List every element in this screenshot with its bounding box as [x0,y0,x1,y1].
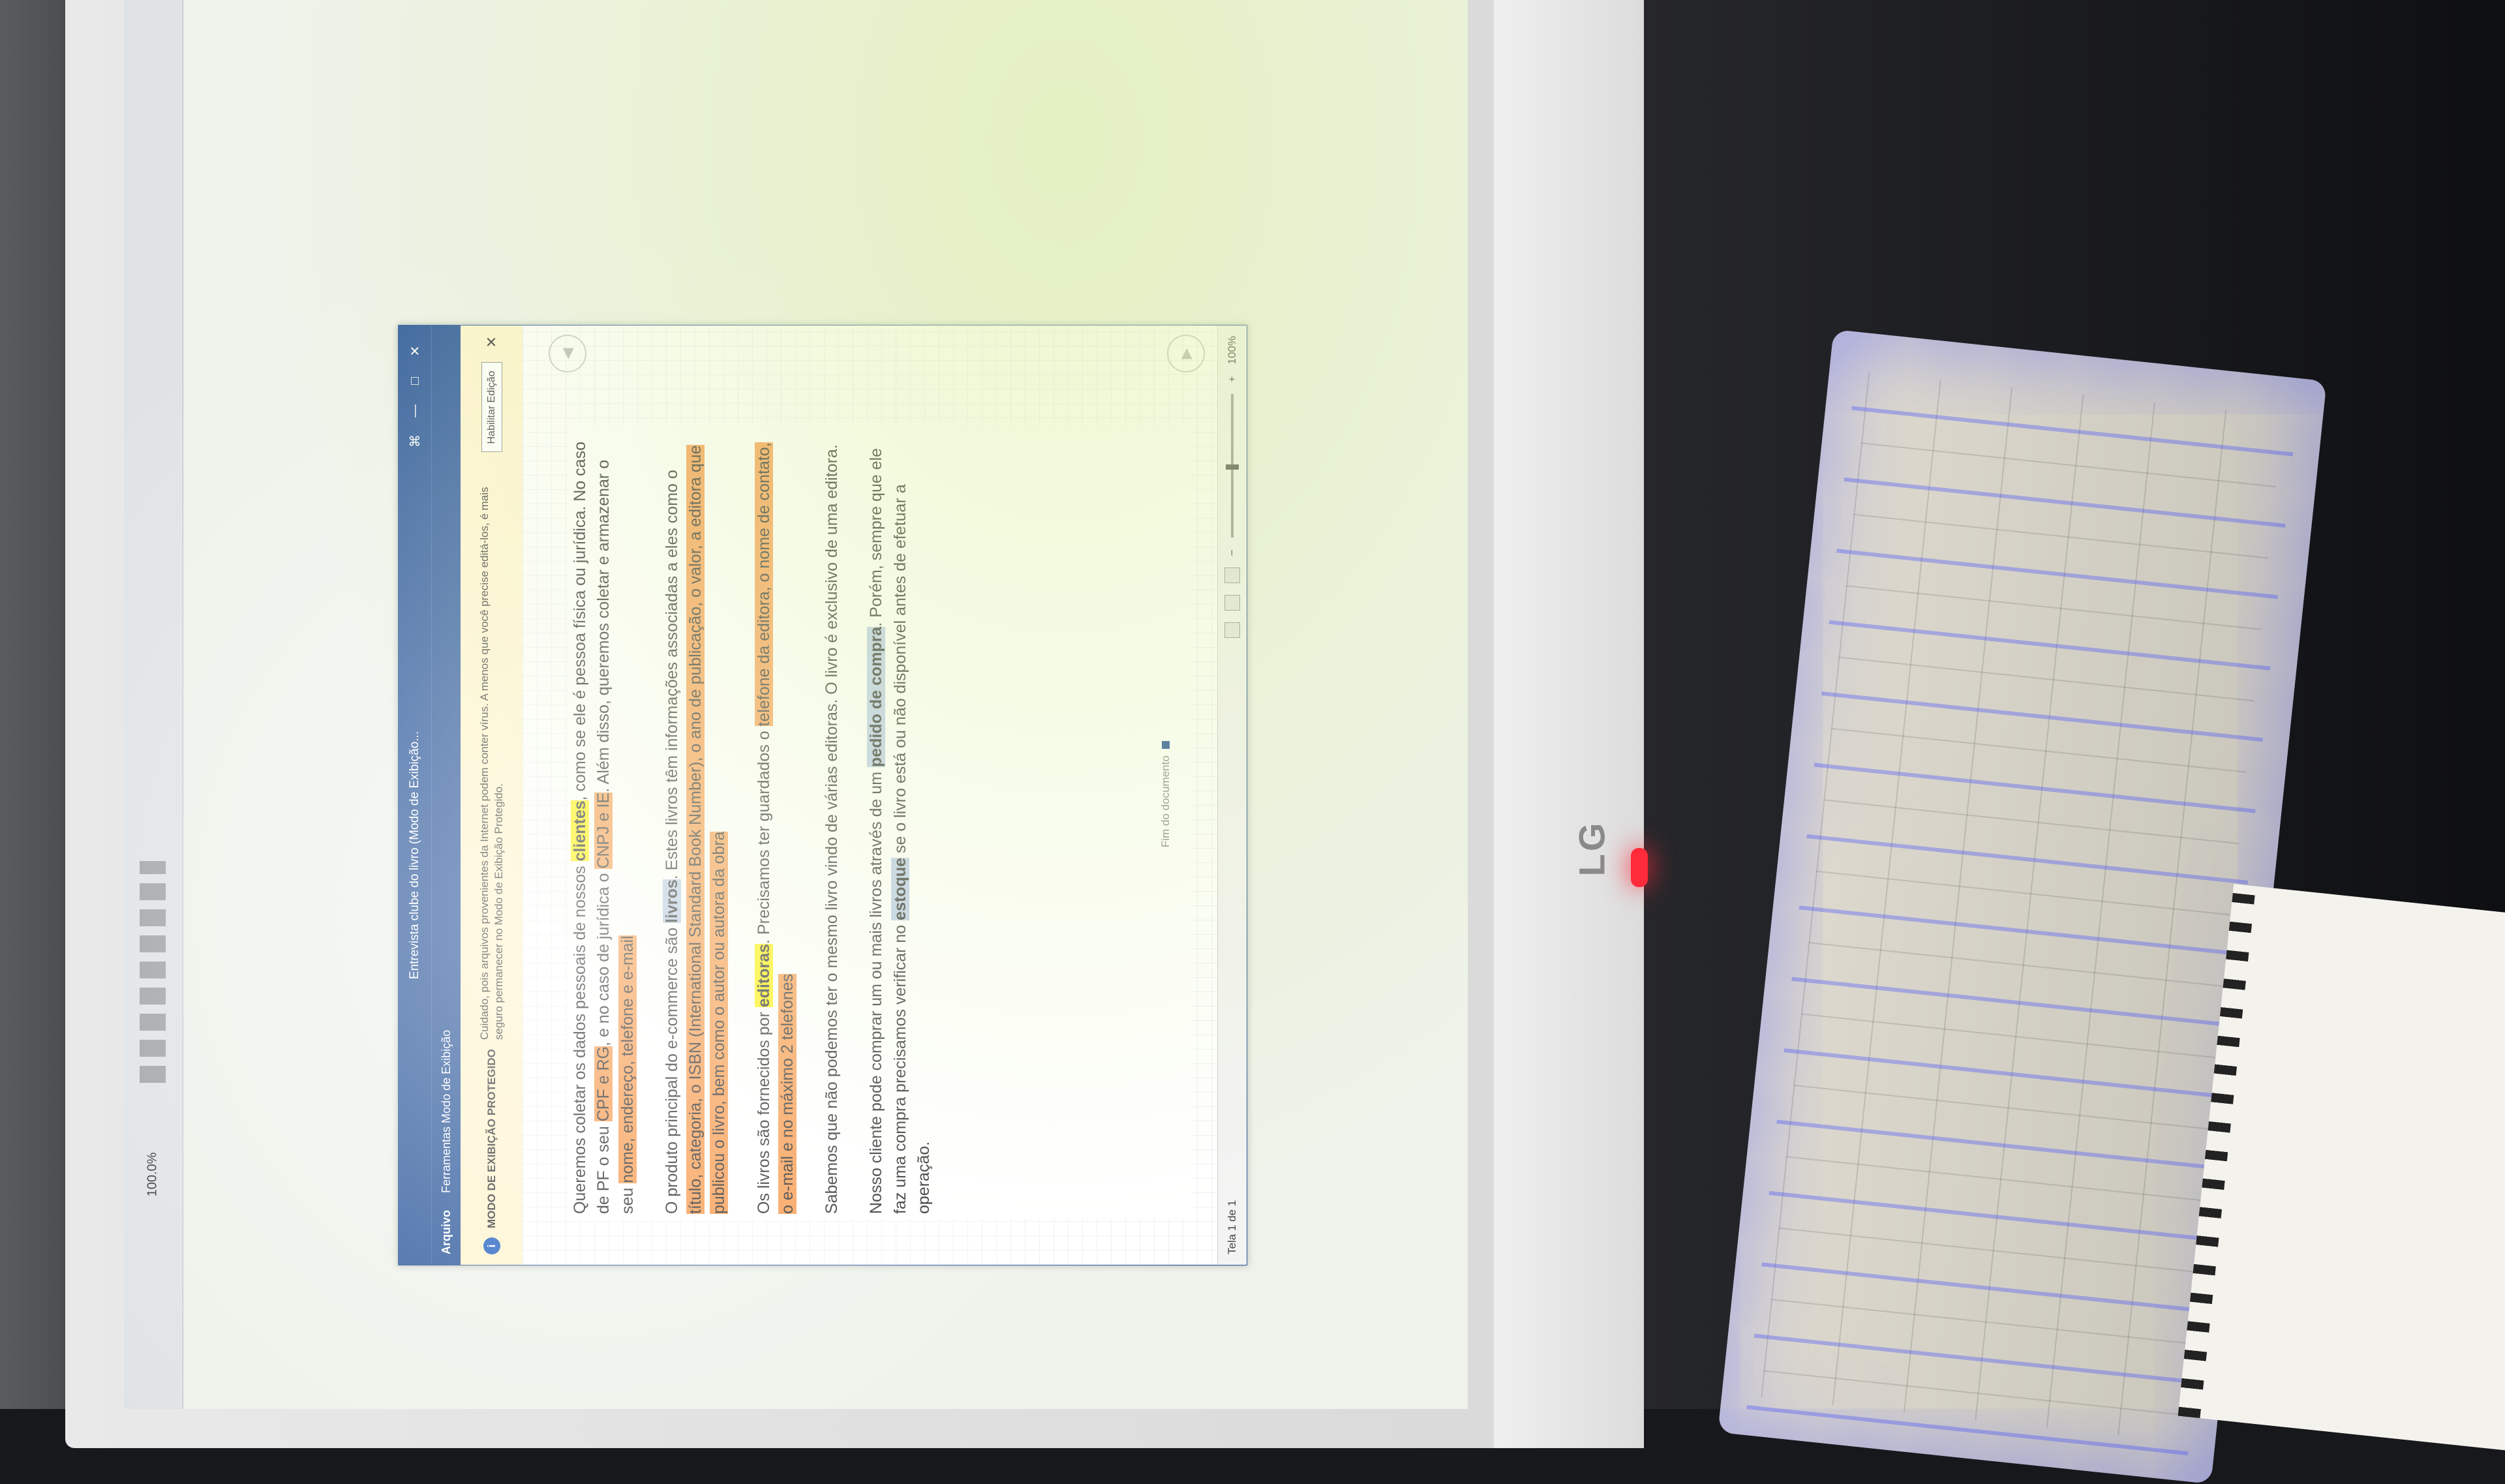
end-of-document-label: Fim do documento [1159,755,1172,847]
paragraph-editoras: Os livros são fornecidos por editoras. P… [752,431,800,1214]
zoom-out-button[interactable]: − [1226,549,1239,556]
page-indicator: Tela 1 de 1 [1226,1200,1238,1254]
monitor-screen: 100.0% Entrevista clube do livro (Modo d… [124,0,1468,1409]
paragraph-clientes: Queremos coletar os dados pessoais de no… [568,431,639,1214]
previous-screen-icon[interactable]: ◀ [549,335,586,372]
enable-editing-button[interactable]: Habilitar Edição [481,362,502,453]
status-bar: Tela 1 de 1 − + 100% [1217,326,1247,1265]
text: Nosso cliente pode comprar um ou mais li… [867,766,886,1214]
next-screen-icon[interactable]: ▶ [1167,335,1205,372]
text: Queremos coletar os dados pessoais de no… [571,861,589,1214]
title-bar: Entrevista clube do livro (Modo de Exibi… [399,326,431,1265]
highlight-cpf-rg: CPF e RG [594,1046,613,1122]
protected-view-label: MODO DE EXIBIÇÃO PROTEGIDO [485,1049,498,1228]
zoom-in-button[interactable]: + [1226,376,1239,382]
monitor-brand-logo: LG [1571,820,1613,876]
read-mode-icon[interactable] [1224,622,1240,639]
menu-view-tools[interactable]: Ferramentas Modo de Exibição [440,1030,453,1193]
minimize-button[interactable]: — [408,396,423,426]
text: O produto principal do e-commerce são [662,922,681,1214]
text: . Estes livros têm informações associada… [662,470,681,880]
end-marker-icon [1162,741,1170,750]
word-window: Entrevista clube do livro (Modo de Exibi… [398,325,1247,1265]
zoom-slider[interactable] [1226,394,1239,538]
text: , e no caso de jurídica o [594,868,613,1046]
paragraph-exclusividade: Sabemos que não podemos ter o mesmo livr… [823,444,841,1214]
highlight-pedido-compra: pedido de compra [867,626,886,767]
highlight-contact-fields: nome, endereço, telefone e e-mail [618,935,637,1183]
paragraph-livros: O produto principal do e-commerce são li… [660,431,731,1214]
protected-view-bar: i MODO DE EXIBIÇÃO PROTEGIDO Cuidado, po… [461,326,524,1265]
highlight-estoque: estoque [890,857,909,920]
print-layout-icon[interactable] [1224,595,1240,611]
monitor-chin [1494,0,1644,1448]
close-bar-icon[interactable]: ✕ [483,336,500,353]
web-layout-icon[interactable] [1224,568,1240,584]
menu-file[interactable]: Arquivo [440,1210,453,1254]
restore-button[interactable]: □ [408,366,423,396]
word-window-wrapper: Entrevista clube do livro (Modo de Exibi… [398,325,1247,1265]
quick-access-toolbar: 100.0% [124,0,183,1409]
text: Os livros são fornecidos por [754,1007,773,1214]
info-icon: i [483,1237,500,1254]
document-page: Queremos coletar os dados pessoais de no… [568,426,1192,1219]
highlight-clientes: clientes [571,800,589,862]
highlight-book-fields: título, categoria, o ISBN (International… [686,445,729,1214]
zoom-level[interactable]: 100% [1226,336,1239,364]
toolbar-icons[interactable] [140,861,166,1083]
end-of-document: Fim do documento [1159,741,1172,847]
menu-bar: Arquivo Ferramentas Modo de Exibição [431,326,461,1265]
close-button[interactable]: ✕ [407,336,423,366]
document-area: Queremos coletar os dados pessoais de no… [523,326,1218,1265]
window-title: Entrevista clube do livro (Modo de Exibi… [408,731,421,980]
highlight-livros: livros [662,879,681,923]
paragraph-pedido: Nosso cliente pode comprar um ou mais li… [864,431,935,1214]
protected-view-message: Cuidado, pois arquivos provenientes da I… [478,487,505,1040]
mouse-led [1631,848,1648,887]
highlight-editoras: editoras [754,943,773,1008]
ribbon-display-icon[interactable]: ⌘ [407,426,423,456]
text: . Precisamos ter guardados o [754,726,773,944]
zoom-readout: 100.0% [145,1152,160,1196]
zoom-slider-thumb[interactable] [1226,464,1239,470]
highlight-cnpj-ie: CNPJ e IE [594,792,613,869]
notebook [2178,884,2505,1451]
